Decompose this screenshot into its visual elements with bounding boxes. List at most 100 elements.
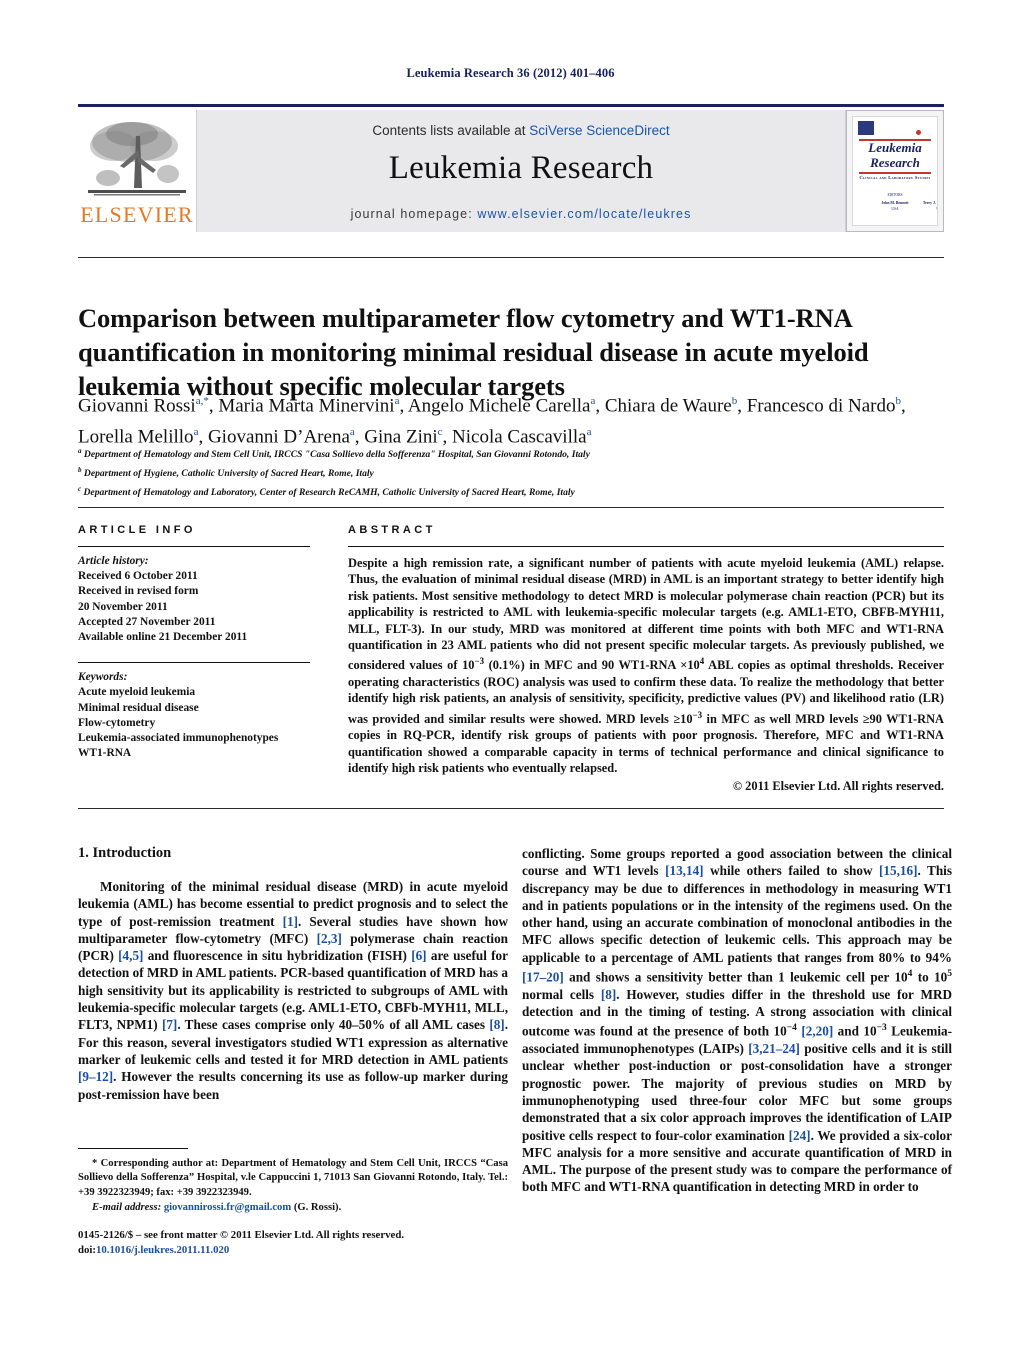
email-link[interactable]: giovannirossi.fr@gmail.com: [164, 1202, 291, 1213]
author-affiliation-mark: c: [437, 426, 443, 439]
article-history-items: Received 6 October 2011 Received in revis…: [78, 569, 310, 645]
info-band-bottom-divider: [78, 808, 944, 809]
contents-prefix: Contents lists available at: [372, 123, 530, 138]
email-line: E-mail address: giovannirossi.fr@gmail.c…: [78, 1201, 508, 1215]
doi-line: doi:10.1016/j.leukres.2011.11.020: [78, 1243, 508, 1258]
elsevier-logo: ELSEVIER: [78, 110, 196, 232]
intro-paragraph-right: conflicting. Some groups reported a good…: [522, 846, 953, 1195]
journal-homepage-line: journal homepage: www.elsevier.com/locat…: [197, 207, 845, 221]
author-affiliation-mark: a: [590, 395, 596, 407]
superscript: 4: [699, 656, 705, 667]
author-affiliation-mark: a,*: [195, 395, 209, 407]
contents-available-line: Contents lists available at SciVerse Sci…: [197, 123, 845, 138]
cover-editor-2-loc: UK: [853, 207, 937, 212]
cover-title-line2: Research: [870, 155, 920, 170]
citation-link[interactable]: [8]: [489, 1017, 504, 1032]
keywords: Keywords: Acute myeloid leukemia Minimal …: [78, 670, 310, 761]
cover-editor-2: Terry J. Hamblin: [922, 201, 937, 205]
imprint-block: 0145-2126/$ – see front matter © 2011 El…: [78, 1228, 508, 1257]
corresponding-author-footnote: * Corresponding author at: Department of…: [78, 1157, 508, 1216]
footnote-divider: [78, 1148, 188, 1149]
cover-accent-dot: [916, 130, 921, 135]
citation-link[interactable]: [8]: [601, 987, 616, 1002]
body-column-right: conflicting. Some groups reported a good…: [522, 845, 952, 1196]
citation-link[interactable]: [2,3]: [317, 931, 342, 946]
keywords-label: Keywords:: [78, 671, 128, 684]
journal-title: Leukemia Research: [388, 150, 654, 186]
doi-value[interactable]: 10.1016/j.leukres.2011.11.020: [96, 1244, 229, 1256]
citation-link[interactable]: [4,5]: [118, 948, 143, 963]
keyword-item: Acute myeloid leukemia: [78, 686, 196, 699]
article-info-rule: [78, 546, 310, 547]
affiliation-item: a Department of Hematology and Stem Cell…: [78, 447, 590, 461]
body-column-left: 1. Introduction Monitoring of the minima…: [78, 845, 508, 1103]
journal-homepage-link[interactable]: www.elsevier.com/locate/leukres: [477, 207, 691, 221]
abstract-heading: ABSTRACT: [348, 524, 436, 536]
author-affiliation-mark: b: [895, 395, 901, 407]
author-affiliation-mark: b: [731, 395, 738, 407]
intro-paragraph-left: Monitoring of the minimal residual disea…: [78, 879, 508, 1102]
citation-link[interactable]: [1]: [283, 914, 298, 929]
citation-link[interactable]: [24]: [789, 1128, 811, 1143]
journal-masthead: ELSEVIER Contents lists available at Sci…: [78, 104, 944, 232]
corresponding-author-text: * Corresponding author at: Department of…: [78, 1158, 508, 1198]
front-matter-line: 0145-2126/$ – see front matter © 2011 El…: [78, 1229, 405, 1241]
abstract-copyright: © 2011 Elsevier Ltd. All rights reserved…: [732, 778, 944, 793]
author-affiliation-mark: a: [349, 426, 355, 439]
affiliation-item: b Department of Hygiene, Catholic Univer…: [78, 465, 374, 479]
cover-editors-label: EDITORS: [887, 193, 903, 197]
author-affiliation-mark: a: [586, 426, 592, 439]
citation-link[interactable]: [17–20]: [522, 969, 564, 984]
author-name: Chiara de Waure: [604, 395, 732, 417]
author-affiliation-mark: a: [394, 395, 400, 407]
article-history-item: 20 November 2011: [78, 600, 168, 613]
superscript: −3: [876, 1023, 887, 1034]
superscript: 5: [947, 969, 952, 980]
citation-link[interactable]: [13,14]: [665, 863, 703, 878]
affiliation-item: c Department of Hematology and Laborator…: [78, 484, 575, 498]
citation-link[interactable]: [2,20]: [801, 1024, 833, 1039]
keyword-item: Flow-cytometry: [78, 716, 156, 729]
cover-subtitle: Clinical and Laboratory Studies: [859, 175, 931, 180]
article-history-item: Available online 21 December 2011: [78, 631, 248, 644]
sciencedirect-link[interactable]: SciVerse ScienceDirect: [529, 123, 669, 138]
elsevier-wordmark: ELSEVIER: [80, 202, 194, 227]
author-name: Francesco di Nardo: [746, 395, 896, 417]
citation-link[interactable]: [9–12]: [78, 1069, 113, 1084]
keyword-item: Minimal residual disease: [78, 701, 199, 714]
author-list: Giovanni Rossia,*, Maria Marta Minervini…: [78, 395, 906, 448]
citation-link[interactable]: [6]: [411, 948, 426, 963]
email-owner: (G. Rossi).: [293, 1202, 342, 1214]
keyword-items: Acute myeloid leukemia Minimal residual d…: [78, 685, 310, 761]
author-name: Maria Marta Minervini: [218, 395, 395, 417]
info-band-top-divider: [78, 507, 944, 508]
section-heading-introduction: 1. Introduction: [78, 845, 172, 861]
citation-link[interactable]: [15,16]: [879, 863, 917, 878]
superscript: −4: [786, 1023, 797, 1034]
keyword-item: Leukemia-associated immunophenotypes: [78, 732, 279, 745]
keywords-rule: [78, 662, 310, 664]
superscript: −3: [692, 709, 703, 720]
article-history-item: Accepted 27 November 2011: [78, 615, 216, 628]
citation-link[interactable]: [3,21–24]: [748, 1041, 800, 1056]
author-name: Angelo Michele Carella: [407, 395, 591, 417]
journal-cover-thumbnail[interactable]: Leukemia Research Clinical and Laborator…: [846, 110, 944, 232]
title-divider: [78, 257, 944, 258]
paper-page: Leukemia Research 36 (2012) 401–406 ELSE…: [0, 0, 1021, 1351]
homepage-prefix: journal homepage:: [350, 207, 478, 221]
cover-title-line1: Leukemia: [868, 140, 922, 155]
superscript: −3: [474, 656, 485, 667]
superscript: 4: [907, 969, 913, 980]
citation-link[interactable]: [7]: [162, 1017, 177, 1032]
article-history-item: Received 6 October 2011: [78, 570, 198, 583]
elsevier-tree-icon: [88, 122, 186, 196]
abstract-rule: [348, 546, 944, 547]
article-history: Article history: Received 6 October 2011…: [78, 554, 310, 645]
article-history-label: Article history:: [78, 555, 149, 567]
cover-publisher-badge: [858, 121, 874, 135]
article-info-heading: ARTICLE INFO: [78, 524, 196, 536]
running-head: Leukemia Research 36 (2012) 401–406: [406, 66, 615, 80]
abstract-text: Despite a high remission rate, a signifi…: [348, 556, 945, 776]
affiliation-list: a Department of Hematology and Stem Cell…: [78, 444, 956, 500]
keyword-item: WT1-RNA: [78, 747, 132, 760]
